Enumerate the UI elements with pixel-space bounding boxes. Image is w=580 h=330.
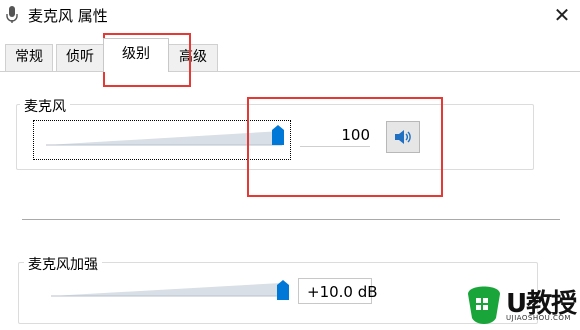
close-icon: ✕ bbox=[553, 3, 571, 27]
tab-general-label: 常规 bbox=[15, 49, 43, 65]
tab-levels[interactable]: 级别 bbox=[103, 38, 169, 72]
boost-slider-thumb[interactable] bbox=[277, 280, 289, 300]
boost-label: 麦克风加强 bbox=[24, 254, 102, 274]
tab-advanced-label: 高级 bbox=[179, 49, 207, 65]
tab-bar: 常规 侦听 级别 高级 bbox=[0, 38, 580, 72]
section-separator bbox=[22, 219, 560, 220]
speaker-icon bbox=[395, 130, 411, 144]
microphone-level-text: 100 bbox=[341, 126, 370, 144]
boost-slider-track bbox=[51, 283, 281, 297]
tab-listen[interactable]: 侦听 bbox=[56, 44, 104, 71]
microphone-level-value[interactable]: 100 bbox=[300, 124, 370, 147]
mute-toggle-button[interactable] bbox=[386, 121, 420, 153]
tab-divider bbox=[0, 71, 580, 72]
tab-listen-label: 侦听 bbox=[66, 49, 94, 65]
microphone-slider[interactable] bbox=[33, 120, 291, 160]
window-title: 麦克风 属性 bbox=[28, 7, 108, 25]
microphone-label: 麦克风 bbox=[20, 96, 70, 116]
boost-slider[interactable] bbox=[50, 276, 294, 308]
brand-site: UJIAOSHOU.COM bbox=[506, 314, 571, 322]
microphone-slider-track bbox=[46, 131, 282, 146]
microphone-slider-thumb[interactable] bbox=[272, 125, 284, 145]
close-button[interactable]: ✕ bbox=[544, 0, 580, 30]
microphone-icon bbox=[6, 6, 18, 23]
boost-level-text: +10.0 dB bbox=[307, 283, 378, 301]
tab-levels-label: 级别 bbox=[122, 46, 150, 62]
title-bar: 麦克风 属性 ✕ bbox=[0, 0, 580, 30]
tab-advanced[interactable]: 高级 bbox=[168, 44, 218, 71]
boost-level-value[interactable]: +10.0 dB bbox=[298, 278, 378, 304]
tab-general[interactable]: 常规 bbox=[5, 44, 53, 71]
